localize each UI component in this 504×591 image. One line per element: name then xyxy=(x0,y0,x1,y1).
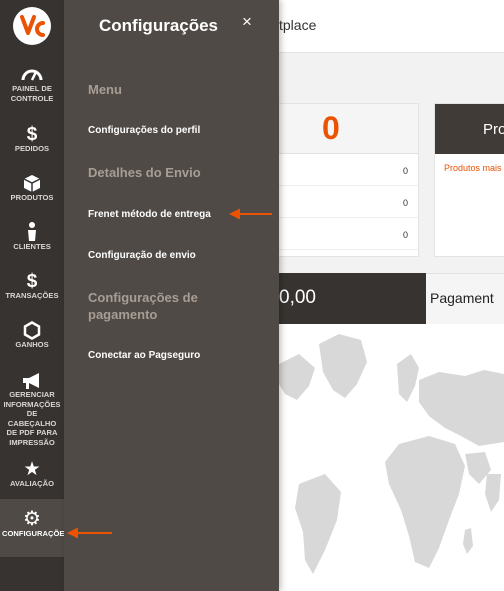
card-header: Pro xyxy=(435,104,504,154)
total-orders-count: 0 xyxy=(322,110,340,146)
megaphone-icon xyxy=(23,373,39,389)
sidebar-item-dashboard[interactable]: PAINEL DE CONTROLE xyxy=(0,64,64,109)
sidebar-item-label: CLIENTES xyxy=(13,242,51,251)
link-profile-settings[interactable]: Configurações do perfil xyxy=(88,125,200,136)
arrow-icon xyxy=(229,208,272,220)
gear-icon: ⚙ xyxy=(23,508,41,530)
section-heading-payment-line1: Configurações de xyxy=(88,290,198,305)
card-header: 0 xyxy=(279,104,418,154)
payments-bar: Pagament xyxy=(426,273,504,324)
stat-row: 0 xyxy=(279,186,418,218)
sidebar-item-reviews[interactable]: ★ AVALIAÇÃO xyxy=(0,460,64,494)
section-heading-payment-line2: pagamento xyxy=(88,307,158,322)
stat-row: 0 xyxy=(279,218,418,250)
sidebar-item-earnings[interactable]: GANHOS xyxy=(0,321,64,355)
sidebar-item-label: PEDIDOS xyxy=(14,144,50,153)
card-title: Pro xyxy=(483,121,504,138)
section-heading-menu: Menu xyxy=(88,82,122,97)
link-connect-pagseguro[interactable]: Conectar ao Pagseguro xyxy=(88,350,200,361)
sidebar-item-orders[interactable]: $ PEDIDOS xyxy=(0,125,64,159)
world-map-graphic xyxy=(279,334,504,574)
brand-logo[interactable] xyxy=(13,7,51,45)
section-heading-shipping: Detalhes do Envio xyxy=(88,165,201,180)
dollar-icon: $ xyxy=(26,271,38,292)
stat-value: 0 xyxy=(402,230,408,240)
sidebar-item-label: PRODUTOS xyxy=(10,193,54,202)
section-heading-payment: Configurações de pagamento xyxy=(88,289,198,323)
stat-value: 0 xyxy=(402,166,408,176)
admin-sidebar: PAINEL DE CONTROLE $ PEDIDOS PRODUTOS CL… xyxy=(0,0,70,591)
hexagon-icon xyxy=(23,321,41,340)
top-products-card: Pro Produtos mais xyxy=(434,103,504,257)
person-icon xyxy=(28,222,36,241)
logo-icon xyxy=(15,9,49,43)
close-icon[interactable]: × xyxy=(242,12,252,32)
sidebar-item-transactions[interactable]: $ TRANSAÇÕES xyxy=(0,272,64,306)
sidebar-item-customers[interactable]: CLIENTES xyxy=(0,222,64,256)
sidebar-item-label: GANHOS xyxy=(15,340,49,349)
arrow-icon xyxy=(67,527,112,539)
dollar-icon: $ xyxy=(26,124,38,145)
panel-title: Configurações xyxy=(99,16,219,35)
sidebar-item-settings[interactable]: ⚙ CONFIGURAÇÕES xyxy=(0,499,70,557)
sidebar-item-label: CONFIGURAÇÕES xyxy=(2,529,70,538)
top-products-link[interactable]: Produtos mais xyxy=(444,163,502,173)
total-value: 0,00 xyxy=(279,287,316,308)
cube-icon xyxy=(23,175,41,192)
sidebar-item-label: PAINEL DE CONTROLE xyxy=(10,84,54,103)
total-value-bar: 0,00 xyxy=(279,273,426,324)
sidebar-item-label: TRANSAÇÕES xyxy=(5,291,59,300)
stat-row: 0 xyxy=(279,154,418,186)
stat-value: 0 xyxy=(402,198,408,208)
sidebar-item-products[interactable]: PRODUTOS xyxy=(0,174,64,208)
store-title: tplace xyxy=(279,17,317,33)
speedometer-icon xyxy=(21,69,43,81)
sidebar-item-label: AVALIAÇÃO xyxy=(9,479,54,488)
orders-summary-card: 0 0 0 0 xyxy=(279,103,419,257)
star-icon: ★ xyxy=(23,459,41,480)
sidebar-item-pdf-header[interactable]: GERENCIAR INFORMAÇÕES DE CABEÇALHO DE PD… xyxy=(0,372,64,447)
top-header: tplace xyxy=(279,0,504,53)
link-shipping-configuration[interactable]: Configuração de envio xyxy=(88,250,196,261)
settings-flyout-panel: Configurações × Menu Configurações do pe… xyxy=(64,0,279,591)
sidebar-item-label: GERENCIAR INFORMAÇÕES DE CABEÇALHO DE PD… xyxy=(3,390,61,447)
world-map xyxy=(279,324,504,591)
payments-label: Pagament xyxy=(430,290,494,306)
link-frenet-shipping-method[interactable]: Frenet método de entrega xyxy=(88,209,211,220)
